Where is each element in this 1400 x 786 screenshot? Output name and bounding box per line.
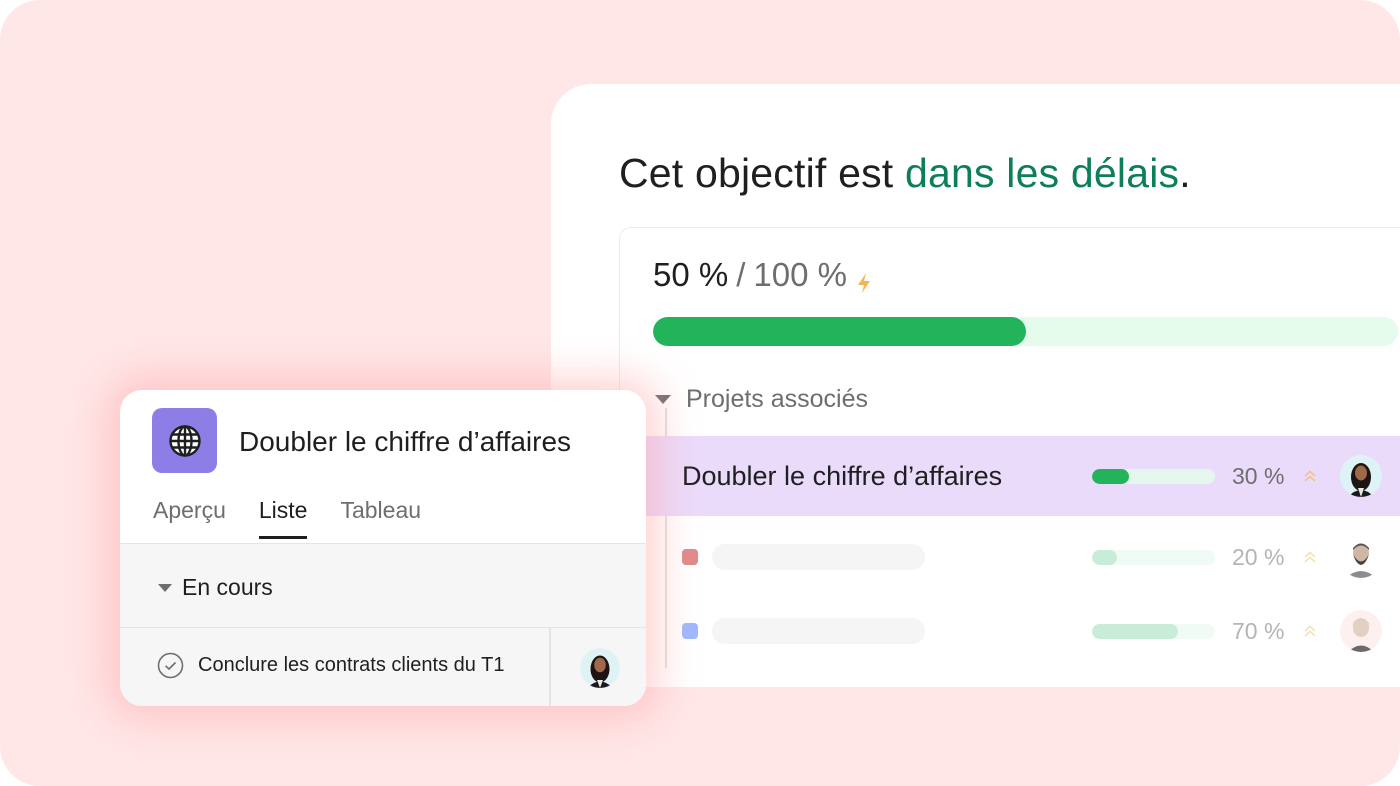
- progress-readout: 50 % / 100 %: [653, 256, 873, 294]
- progress-separator: /: [736, 256, 746, 293]
- headline-prefix: Cet objectif est: [619, 150, 905, 196]
- project-title: Doubler le chiffre d’affaires: [239, 426, 572, 457]
- double-chevron-up-icon: [1304, 551, 1316, 563]
- project-color-dot: [682, 623, 698, 639]
- avatar[interactable]: [1340, 610, 1382, 652]
- project-progress-fill: [1092, 623, 1179, 639]
- project-tabs: Aperçu Liste Tableau: [153, 497, 454, 539]
- tab-tableau[interactable]: Tableau: [340, 497, 421, 539]
- headline-suffix: .: [1179, 150, 1191, 196]
- project-row[interactable]: 20 %: [646, 517, 1400, 597]
- project-progress-fill: [1092, 549, 1117, 565]
- lightning-bolt-icon: [855, 264, 873, 293]
- goal-progress-fill: [653, 317, 1026, 346]
- project-card: Doubler le chiffre d’affaires Aperçu Lis…: [120, 390, 646, 706]
- project-progress-bar: [1092, 623, 1215, 639]
- related-projects-label: Projets associés: [686, 385, 869, 413]
- project-row[interactable]: Doubler le chiffre d’affaires 30 %: [646, 436, 1400, 516]
- project-row[interactable]: 70 %: [646, 591, 1400, 671]
- tab-liste[interactable]: Liste: [258, 497, 308, 539]
- project-name-placeholder: [712, 544, 925, 570]
- progress-target: 100 %: [753, 256, 847, 293]
- caret-down-icon[interactable]: [655, 395, 671, 404]
- project-name[interactable]: Doubler le chiffre d’affaires: [682, 461, 1002, 492]
- check-circle-icon[interactable]: [157, 652, 184, 679]
- column-divider: [549, 628, 551, 706]
- headline-status: dans les délais: [904, 150, 1180, 196]
- double-chevron-up-icon: [1304, 470, 1316, 482]
- globe-icon: [168, 424, 201, 457]
- project-percent: 20 %: [1232, 543, 1285, 570]
- project-icon-tile: [152, 408, 217, 473]
- goal-panel: Cet objectif est dans les délais. 50 % /…: [551, 84, 1400, 687]
- project-progress-bar: [1092, 549, 1215, 565]
- section-header-en-cours[interactable]: En cours: [158, 574, 273, 601]
- goal-status-headline: Cet objectif est dans les délais.: [619, 150, 1191, 197]
- task-list: En cours Conclure les contrats clients d…: [120, 543, 646, 706]
- avatar[interactable]: [1340, 455, 1382, 497]
- project-name-placeholder: [712, 618, 925, 644]
- assignee-avatar[interactable]: [580, 648, 620, 688]
- background-canvas: Cet objectif est dans les délais. 50 % /…: [0, 0, 1400, 786]
- section-label: En cours: [182, 574, 273, 600]
- task-name[interactable]: Conclure les contrats clients du T1: [198, 654, 504, 677]
- caret-down-icon[interactable]: [158, 583, 172, 592]
- task-row[interactable]: Conclure les contrats clients du T1: [120, 627, 646, 706]
- related-projects-header[interactable]: Projets associés: [655, 385, 868, 414]
- project-percent: 30 %: [1232, 462, 1285, 489]
- project-progress-fill: [1092, 468, 1129, 484]
- project-progress-bar: [1092, 468, 1215, 484]
- progress-current: 50 %: [653, 256, 729, 293]
- goal-progress-bar: [653, 317, 1398, 346]
- avatar[interactable]: [1340, 536, 1382, 578]
- project-percent: 70 %: [1232, 617, 1285, 644]
- tab-apercu[interactable]: Aperçu: [153, 497, 226, 539]
- project-color-dot: [682, 549, 698, 565]
- double-chevron-up-icon: [1304, 625, 1316, 637]
